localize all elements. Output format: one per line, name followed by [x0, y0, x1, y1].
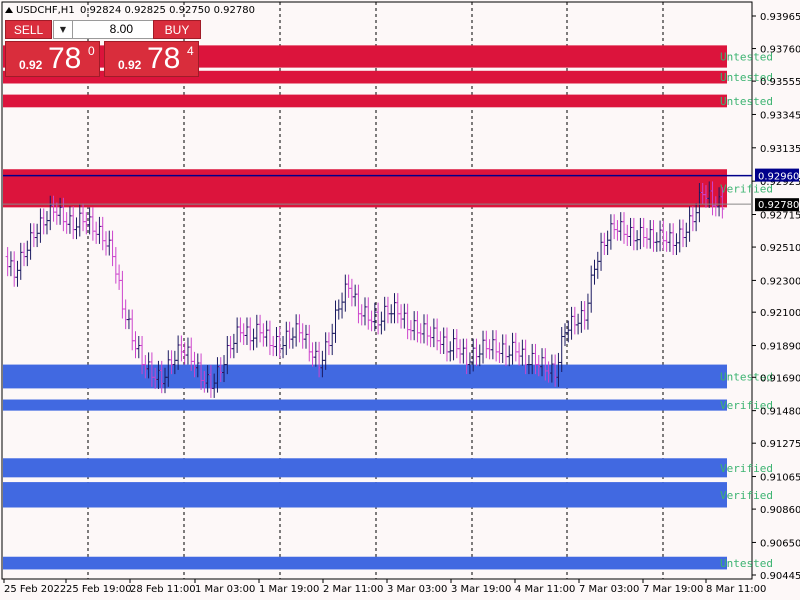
y-tick-label: 0.93965: [760, 12, 800, 23]
sell-price-box[interactable]: 0.92 78 0: [5, 41, 100, 77]
buy-price-big: 78: [147, 42, 181, 75]
ohlc-label: 0.92824 0.92825 0.92750 0.92780: [80, 5, 255, 16]
zone-label: Untested: [720, 557, 773, 570]
x-tick-label: 1 Mar 03:00: [195, 584, 255, 595]
x-tick-label: 3 Mar 19:00: [451, 584, 511, 595]
y-tick-label: 0.91275: [760, 439, 800, 450]
demand-zone: [3, 399, 727, 411]
supply-zone: [3, 94, 727, 108]
y-tick-label: 0.91480: [760, 407, 800, 418]
y-tick-label: 0.92715: [760, 211, 800, 222]
buy-price-prefix: 0.92: [118, 58, 142, 72]
x-tick-label: 3 Mar 03:00: [387, 584, 447, 595]
demand-zone: [3, 458, 727, 478]
y-tick-label: 0.92100: [760, 308, 800, 319]
zone-label: Verified: [720, 489, 773, 502]
sell-price-big: 78: [48, 42, 82, 75]
y-tick-label: 0.90860: [760, 505, 800, 516]
y-tick-label: 0.90445: [760, 571, 800, 582]
symbol-label: USDCHF,H1: [16, 5, 75, 16]
demand-zone: [3, 482, 727, 508]
y-tick-label: 0.93345: [760, 110, 800, 121]
x-tick-label: 4 Mar 11:00: [515, 584, 575, 595]
demand-zone: [3, 556, 727, 570]
line-price-label: 0.92960: [758, 172, 799, 183]
buy-price-sup: 4: [187, 44, 194, 58]
y-tick-label: 0.91065: [760, 473, 800, 484]
bid-price-label: 0.92780: [758, 200, 799, 211]
buy-price-box[interactable]: 0.92 78 4: [104, 41, 199, 77]
lot-value: 8.00: [109, 22, 133, 36]
price-chart[interactable]: UntestedUntestedUntestedVerifiedUntested…: [0, 0, 800, 600]
y-tick-label: 0.91890: [760, 342, 800, 353]
lot-size-input[interactable]: ▼ 8.00: [53, 20, 156, 39]
x-tick-label: 1 Mar 19:00: [259, 584, 319, 595]
y-tick-label: 0.92510: [760, 243, 800, 254]
sell-label: SELL: [13, 23, 44, 37]
y-tick-label: 0.90650: [760, 538, 800, 549]
zone-label: Untested: [720, 95, 773, 108]
y-tick-label: 0.93135: [760, 144, 800, 155]
sell-button[interactable]: SELL: [5, 20, 52, 39]
x-tick-label: 28 Feb 11:00: [130, 584, 196, 595]
lot-dropdown-arrow-icon[interactable]: ▼: [54, 21, 73, 38]
sell-price-sup: 0: [88, 44, 95, 58]
buy-button[interactable]: BUY: [153, 20, 201, 39]
x-tick-label: 7 Mar 03:00: [579, 584, 639, 595]
x-tick-label: 25 Feb 19:00: [66, 584, 132, 595]
buy-label: BUY: [164, 23, 190, 37]
demand-zone: [3, 364, 727, 389]
one-click-trading-panel: SELL ▼ 8.00 BUY 0.92 78 0 0.92 78 4: [5, 20, 201, 77]
y-tick-label: 0.93555: [760, 77, 800, 88]
chart-header: USDCHF,H1 0.92824 0.92825 0.92750 0.9278…: [5, 5, 255, 16]
x-tick-label: 8 Mar 11:00: [706, 584, 766, 595]
y-tick-label: 0.91690: [760, 373, 800, 384]
x-tick-label: 7 Mar 19:00: [643, 584, 703, 595]
y-tick-label: 0.92300: [760, 276, 800, 287]
sell-price-prefix: 0.92: [19, 58, 43, 72]
x-tick-label: 2 Mar 11:00: [323, 584, 383, 595]
y-tick-label: 0.93760: [760, 45, 800, 56]
chart-background: [0, 0, 800, 600]
x-tick-label: 25 Feb 2022: [4, 584, 66, 595]
